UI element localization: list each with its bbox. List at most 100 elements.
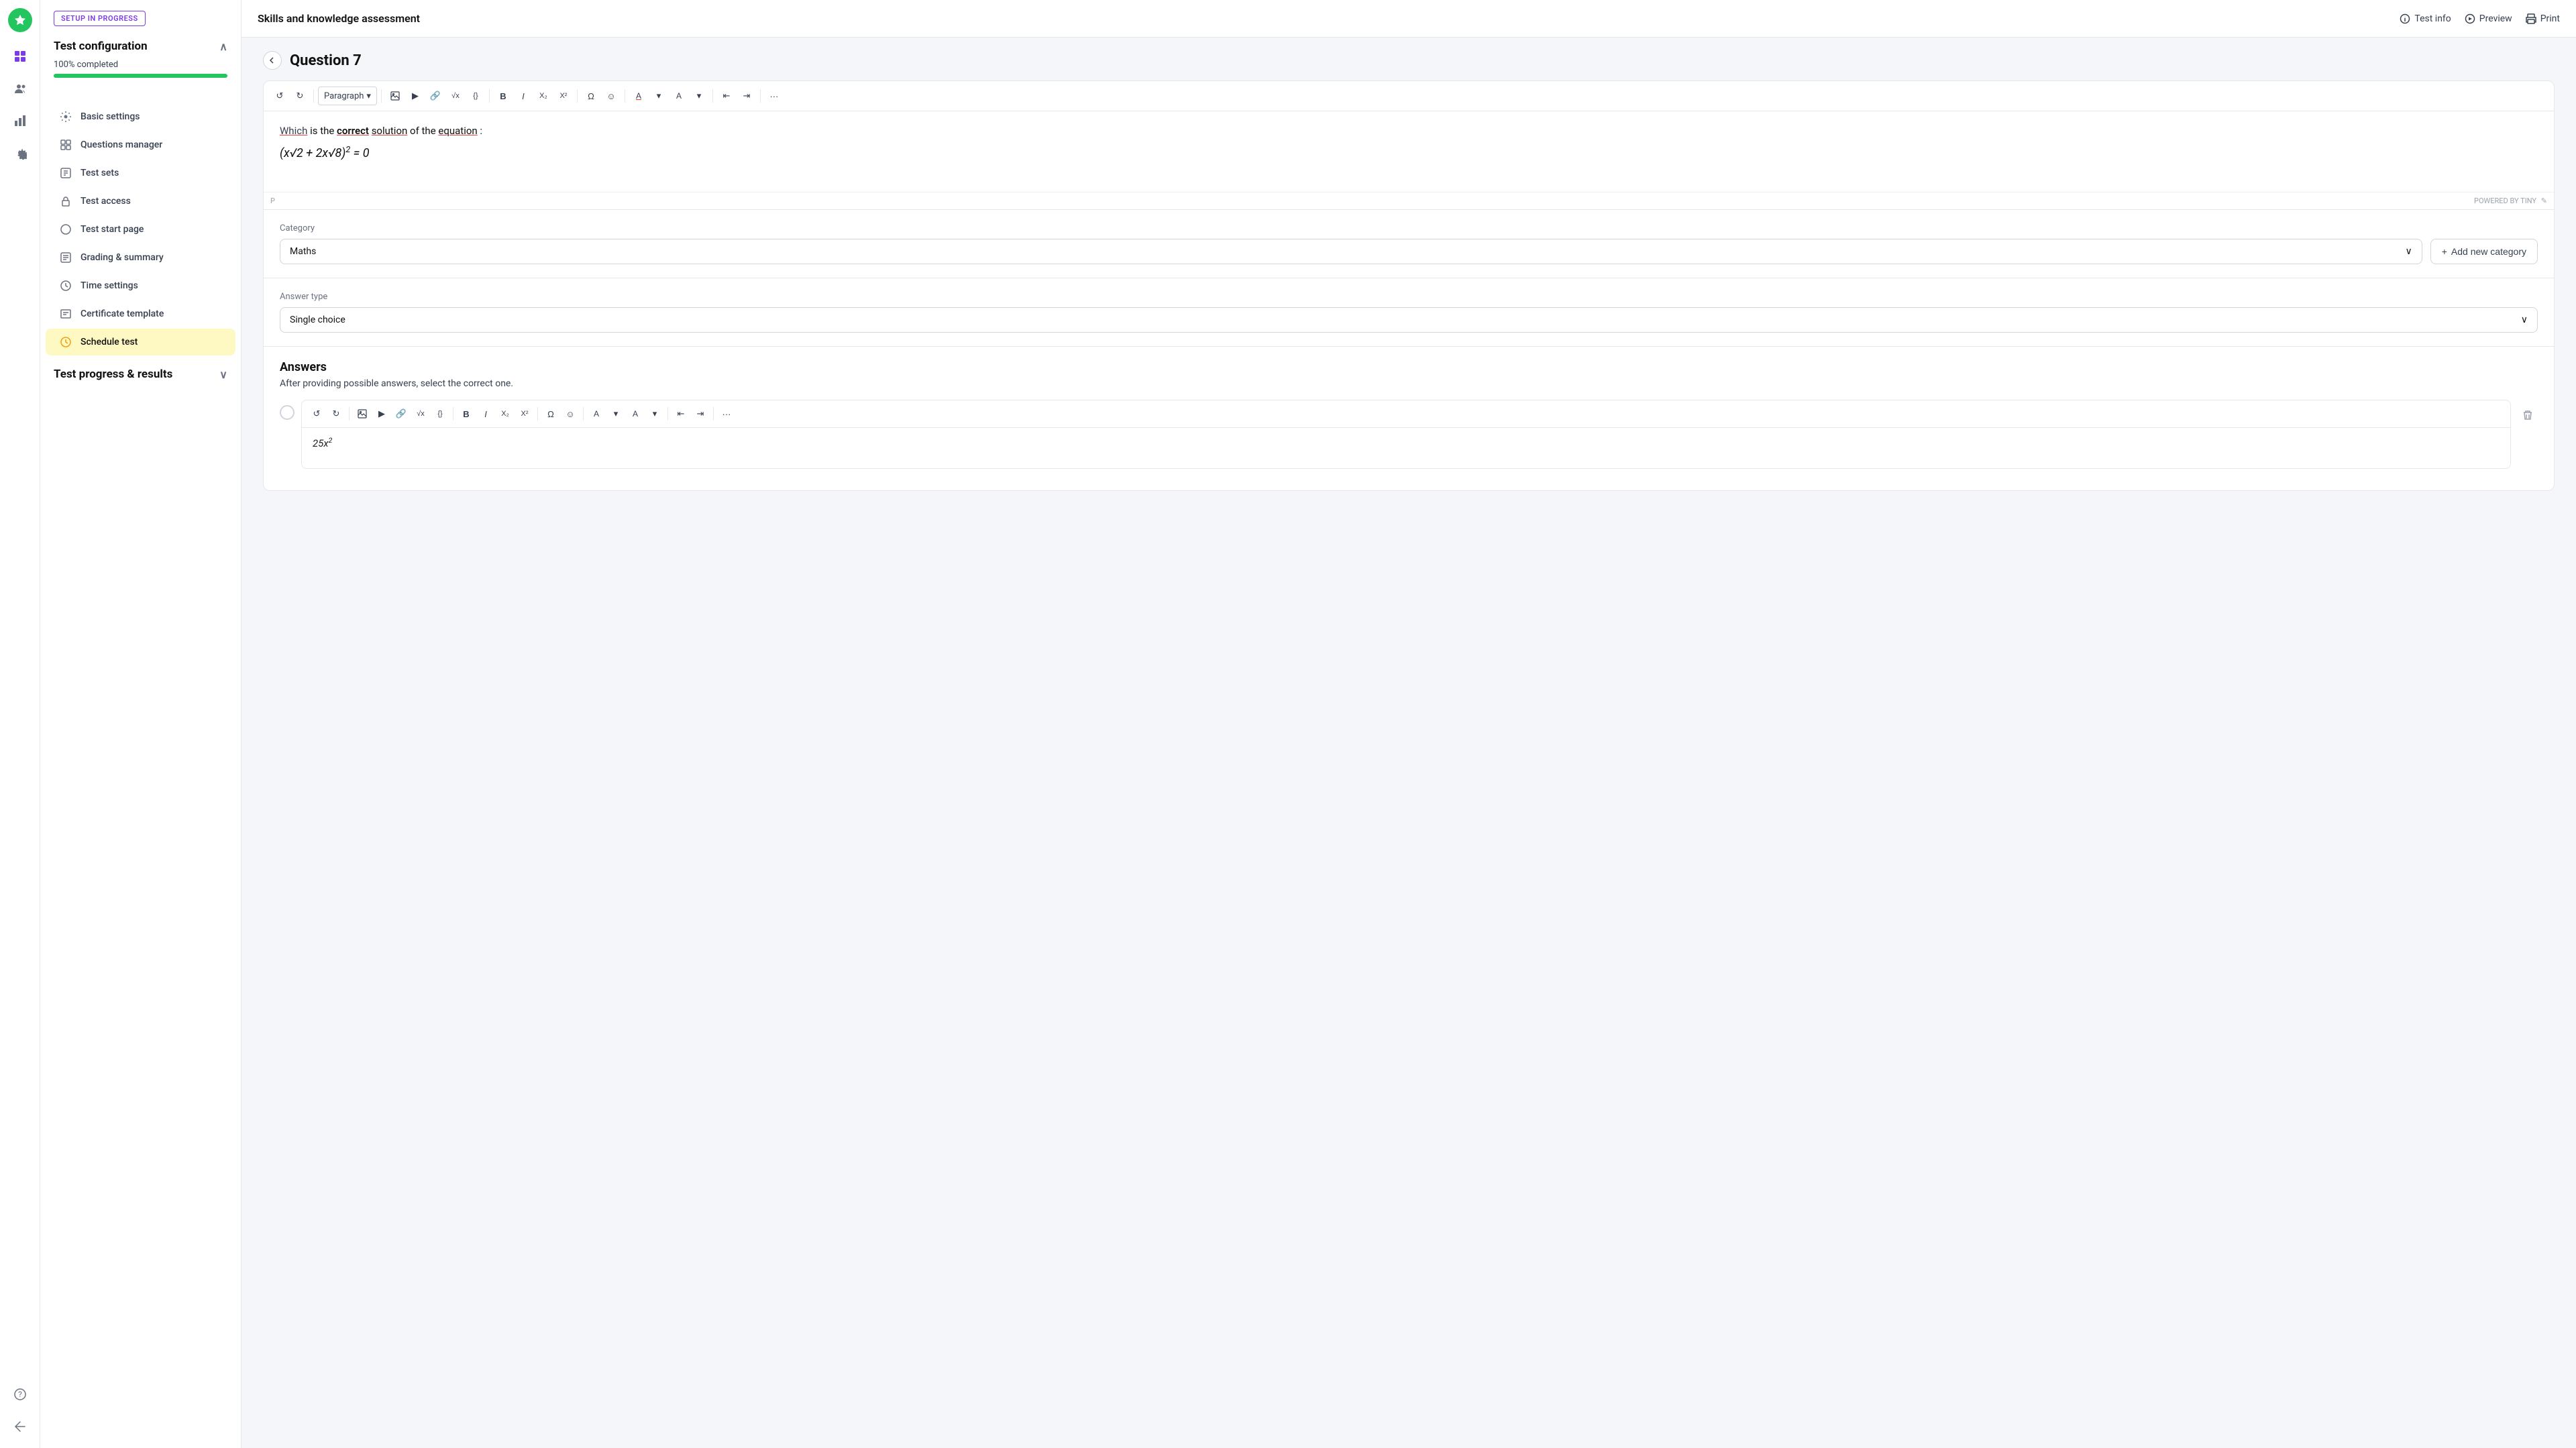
- sidebar-item-test-access[interactable]: Test access: [46, 188, 235, 215]
- answer-more[interactable]: ···: [717, 404, 736, 423]
- delete-icon: [2522, 410, 2533, 421]
- answer-bold[interactable]: B: [457, 404, 476, 423]
- back-button[interactable]: [263, 51, 282, 70]
- answer-sep-3: [537, 407, 538, 421]
- analytics-icon[interactable]: [7, 107, 34, 134]
- status-badge: SETUP IN PROGRESS: [54, 11, 146, 26]
- answer-image[interactable]: [353, 404, 372, 423]
- link-button[interactable]: 🔗: [426, 87, 445, 105]
- answers-hint: After providing possible answers, select…: [280, 378, 2538, 389]
- svg-text:?: ?: [18, 1390, 22, 1399]
- highlight-button[interactable]: A: [669, 87, 688, 105]
- answer-sep-1: [349, 407, 350, 421]
- category-select[interactable]: Maths ∨: [280, 239, 2422, 264]
- test-info-button[interactable]: Test info: [2400, 13, 2451, 24]
- undo-button[interactable]: ↺: [270, 87, 289, 105]
- preview-label: Preview: [2479, 13, 2512, 24]
- preview-button[interactable]: Preview: [2465, 13, 2512, 24]
- content-area: Question 7 ↺ ↻ Paragraph ▾ ▶ 🔗 √x {}: [241, 38, 2576, 1448]
- answer-italic[interactable]: I: [476, 404, 495, 423]
- back-nav-icon[interactable]: [7, 1413, 34, 1440]
- app-logo[interactable]: [8, 8, 32, 32]
- paragraph-select[interactable]: Paragraph ▾: [318, 87, 377, 105]
- answer-indent-in[interactable]: ⇥: [691, 404, 710, 423]
- italic-button[interactable]: I: [514, 87, 533, 105]
- video-button[interactable]: ▶: [406, 87, 425, 105]
- answer-math[interactable]: √x: [411, 404, 430, 423]
- code-button[interactable]: {}: [466, 87, 485, 105]
- help-icon[interactable]: ?: [7, 1381, 34, 1408]
- answer-content-1[interactable]: 25x2: [302, 428, 2510, 468]
- answer-editor-1: ↺ ↻ ▶ 🔗 √x {} B I: [301, 400, 2511, 469]
- sidebar-item-basic-settings[interactable]: Basic settings: [46, 103, 235, 130]
- superscript-button[interactable]: X²: [554, 87, 573, 105]
- indent-out-button[interactable]: ⇤: [717, 87, 736, 105]
- omega-button[interactable]: Ω: [582, 87, 600, 105]
- answer-indent-out[interactable]: ⇤: [672, 404, 690, 423]
- print-icon: [2526, 13, 2536, 24]
- print-button[interactable]: Print: [2526, 13, 2560, 24]
- answer-font-color[interactable]: A: [587, 404, 606, 423]
- editor-footer: P POWERED BY TINY ✎: [264, 192, 2554, 209]
- add-category-button[interactable]: + Add new category: [2430, 239, 2538, 264]
- answer-omega[interactable]: Ω: [541, 404, 560, 423]
- back-arrow-icon: [268, 56, 276, 64]
- page-title: Skills and knowledge assessment: [258, 12, 420, 25]
- editor-content[interactable]: Which is the correct solution of the equ…: [264, 111, 2554, 192]
- more-button[interactable]: ···: [765, 87, 784, 105]
- basic-settings-label: Basic settings: [80, 111, 140, 122]
- answer-code[interactable]: {}: [431, 404, 449, 423]
- category-label: Category: [280, 223, 2538, 233]
- font-color-button[interactable]: A: [629, 87, 648, 105]
- icon-bar: ?: [0, 0, 40, 1448]
- sidebar-item-questions-manager[interactable]: Questions manager: [46, 131, 235, 158]
- redo-button[interactable]: ↻: [290, 87, 309, 105]
- sidebar-item-certificate-template[interactable]: Certificate template: [46, 300, 235, 327]
- answer-redo[interactable]: ↻: [327, 404, 345, 423]
- math-button[interactable]: √x: [446, 87, 465, 105]
- answer-sub[interactable]: X₂: [496, 404, 515, 423]
- answer-highlight-chevron[interactable]: ▾: [645, 404, 664, 423]
- edit-icon[interactable]: ✎: [2541, 197, 2547, 205]
- sidebar-item-test-sets[interactable]: Test sets: [46, 160, 235, 186]
- sidebar-item-test-start-page[interactable]: Test start page: [46, 216, 235, 243]
- bold-button[interactable]: B: [494, 87, 513, 105]
- editor-toolbar: ↺ ↻ Paragraph ▾ ▶ 🔗 √x {} B I X₂: [264, 81, 2554, 111]
- sidebar-item-grading-summary[interactable]: Grading & summary: [46, 244, 235, 271]
- test-progress-section[interactable]: Test progress & results ∨: [40, 357, 241, 386]
- answer-undo[interactable]: ↺: [307, 404, 326, 423]
- sidebar-item-schedule-test[interactable]: Schedule test: [46, 329, 235, 355]
- answer-sep-5: [667, 407, 668, 421]
- delete-answer-1-button[interactable]: [2518, 405, 2538, 425]
- subscript-button[interactable]: X₂: [534, 87, 553, 105]
- answer-radio-1[interactable]: [280, 405, 294, 420]
- answer-emoji[interactable]: ☺: [561, 404, 580, 423]
- test-start-page-icon: [59, 223, 72, 236]
- answer-highlight[interactable]: A: [626, 404, 645, 423]
- font-color-chevron[interactable]: ▾: [649, 87, 668, 105]
- test-config-section[interactable]: Test configuration ∧: [54, 40, 227, 53]
- test-info-label: Test info: [2414, 13, 2451, 24]
- image-button[interactable]: [386, 87, 405, 105]
- answer-type-select[interactable]: Single choice ∨: [280, 307, 2538, 333]
- answer-toolbar-1: ↺ ↻ ▶ 🔗 √x {} B I: [302, 400, 2510, 428]
- sidebar-item-time-settings[interactable]: Time settings: [46, 272, 235, 299]
- editor-footer-left: P: [270, 197, 275, 205]
- answer-sup[interactable]: X²: [515, 404, 534, 423]
- question-header: Question 7: [241, 38, 2576, 80]
- answer-sep-6: [713, 407, 714, 421]
- emoji-button[interactable]: ☺: [602, 87, 621, 105]
- info-icon: [2400, 13, 2410, 24]
- grading-summary-label: Grading & summary: [80, 252, 164, 263]
- highlight-chevron[interactable]: ▾: [690, 87, 708, 105]
- settings-icon[interactable]: [7, 140, 34, 166]
- users-icon[interactable]: [7, 75, 34, 102]
- answer-link[interactable]: 🔗: [392, 404, 411, 423]
- toolbar-separator-4: [577, 89, 578, 103]
- indent-in-button[interactable]: ⇥: [737, 87, 756, 105]
- answer-type-label: Answer type: [280, 292, 2538, 302]
- progress-bar: [54, 74, 227, 78]
- grid-icon[interactable]: [7, 43, 34, 70]
- answer-font-color-chevron[interactable]: ▾: [606, 404, 625, 423]
- answer-video[interactable]: ▶: [372, 404, 391, 423]
